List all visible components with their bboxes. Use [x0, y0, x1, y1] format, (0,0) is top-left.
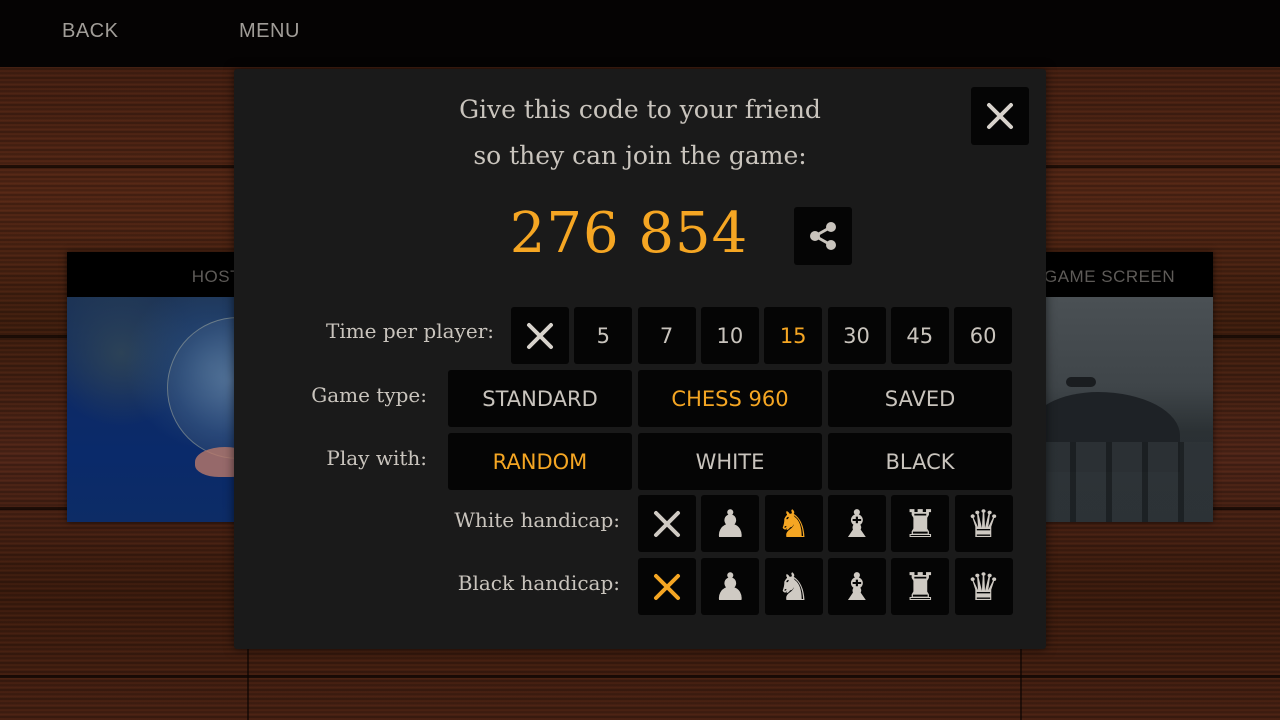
white-handicap-pawn[interactable]: ♟	[701, 495, 760, 552]
share-icon	[810, 222, 836, 250]
time-option-7[interactable]: 7	[637, 307, 696, 364]
knight-icon: ♞	[776, 564, 811, 609]
time-option-30[interactable]: 30	[827, 307, 886, 364]
host-card-title: HOST	[191, 267, 241, 286]
none-icon	[654, 573, 680, 600]
game-screen-card[interactable]: GAME SCREEN	[1040, 252, 1213, 522]
queen-icon: ♛	[966, 564, 1001, 609]
dialog-message-line2: so they can join the game:	[473, 141, 807, 170]
time-option-label: 30	[843, 323, 870, 348]
time-option-5[interactable]: 5	[574, 307, 633, 364]
top-bar: BACK MENU	[0, 0, 1280, 67]
play-with-label: WHITE	[695, 449, 765, 474]
time-option-60[interactable]: 60	[954, 307, 1013, 364]
host-card-image	[67, 297, 247, 522]
game-screen-card-image	[1040, 297, 1213, 522]
white-handicap-queen[interactable]: ♛	[954, 495, 1013, 552]
keyboard-image	[1040, 442, 1213, 522]
play-with-white[interactable]: WHITE	[638, 433, 822, 490]
time-option-none[interactable]	[511, 307, 569, 364]
white-handicap-bishop[interactable]: ♝	[827, 495, 886, 552]
white-handicap-label: White handicap:	[454, 508, 620, 532]
knight-icon: ♞	[776, 501, 811, 546]
plank-seam	[0, 675, 1280, 678]
white-handicap-none[interactable]	[638, 495, 696, 552]
host-card[interactable]: HOST	[67, 252, 247, 522]
join-code-dialog: Give this code to your friend so they ca…	[234, 69, 1046, 649]
game-type-label: SAVED	[884, 386, 956, 411]
close-button[interactable]	[971, 87, 1029, 145]
time-option-label: 15	[779, 323, 807, 348]
time-option-15[interactable]: 15	[764, 307, 823, 364]
game-code: 276 854	[509, 201, 749, 266]
rook-icon: ♜	[903, 501, 938, 546]
game-type-label: CHESS 960	[671, 386, 789, 411]
black-handicap-bishop[interactable]: ♝	[827, 558, 886, 615]
black-handicap-knight[interactable]: ♞	[764, 558, 823, 615]
black-handicap-label: Black handicap:	[457, 571, 620, 595]
time-per-player-label: Time per player:	[325, 319, 494, 343]
share-button[interactable]	[794, 207, 852, 265]
time-option-label: 5	[596, 323, 610, 348]
pawn-icon: ♟	[713, 501, 748, 546]
white-handicap-rook[interactable]: ♜	[891, 495, 950, 552]
none-icon	[527, 322, 553, 349]
black-handicap-queen[interactable]: ♛	[954, 558, 1013, 615]
play-with-random[interactable]: RANDOM	[448, 433, 632, 490]
time-option-label: 10	[716, 323, 744, 348]
game-type-standard[interactable]: STANDARD	[448, 370, 632, 427]
pawn-icon: ♟	[713, 564, 748, 609]
black-handicap-rook[interactable]: ♜	[891, 558, 950, 615]
game-type-saved[interactable]: SAVED	[828, 370, 1012, 427]
bishop-icon: ♝	[839, 501, 874, 546]
black-handicap-none[interactable]	[638, 558, 696, 615]
game-type-label: Game type:	[311, 383, 427, 407]
time-option-label: 60	[969, 323, 997, 348]
play-with-black[interactable]: BLACK	[828, 433, 1012, 490]
play-with-label: Play with:	[326, 446, 427, 470]
gamepad-stick	[1066, 377, 1096, 387]
time-option-label: 7	[659, 323, 674, 348]
close-icon	[987, 103, 1013, 129]
bishop-icon: ♝	[839, 564, 874, 609]
play-with-label: RANDOM	[492, 449, 588, 474]
game-type-chess-960[interactable]: CHESS 960	[638, 370, 822, 427]
rook-icon: ♜	[903, 564, 938, 609]
game-type-label: STANDARD	[482, 386, 598, 411]
white-handicap-knight[interactable]: ♞	[764, 495, 823, 552]
menu-button[interactable]: MENU	[239, 20, 300, 43]
dialog-message-line1: Give this code to your friend	[459, 95, 821, 124]
game-screen-card-title: GAME SCREEN	[1044, 267, 1176, 286]
time-option-label: 45	[906, 323, 934, 348]
black-handicap-pawn[interactable]: ♟	[701, 558, 760, 615]
time-option-10[interactable]: 10	[700, 307, 759, 364]
queen-icon: ♛	[966, 501, 1001, 546]
time-option-45[interactable]: 45	[890, 307, 949, 364]
play-with-label: BLACK	[885, 449, 955, 474]
back-button[interactable]: BACK	[62, 20, 118, 43]
none-icon	[654, 510, 680, 537]
